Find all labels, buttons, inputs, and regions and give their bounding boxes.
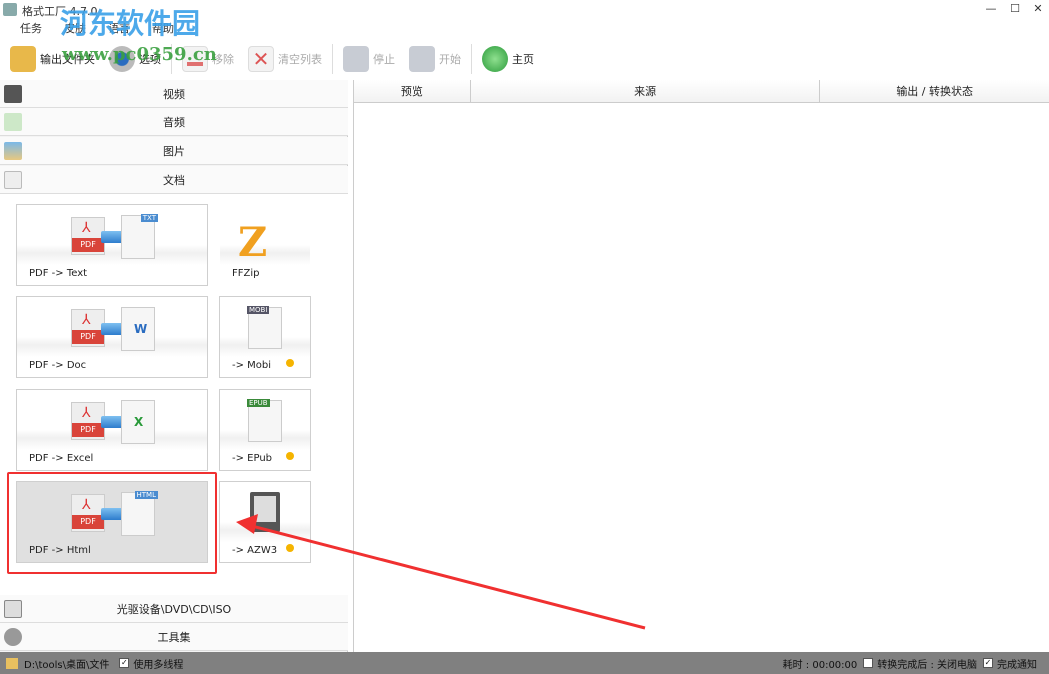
category-label: 视频 — [163, 87, 185, 101]
status-bar: D:\tools\桌面\文件 ✓ 使用多线程 耗时 : 00:00:00 转换完… — [0, 652, 1049, 674]
close-button[interactable]: ✕ — [1028, 2, 1048, 16]
zip-logo-icon: Z — [238, 219, 268, 266]
table-header: 预览 来源 输出 / 转换状态 — [354, 80, 1049, 103]
tile-label: FFZip — [232, 268, 260, 279]
multithread-label: 使用多线程 — [133, 659, 184, 671]
stop-label: 停止 — [373, 53, 395, 66]
tile-ffzip[interactable]: Z FFZip — [219, 204, 311, 286]
tile-to-mobi[interactable]: MOBI -> Mobi — [219, 296, 311, 378]
tile-label: -> EPub — [232, 453, 273, 464]
category-tools[interactable]: 工具集 — [0, 623, 348, 651]
column-source[interactable]: 来源 — [471, 80, 821, 102]
category-video[interactable]: 视频 — [0, 80, 348, 108]
clear-icon: ✕ — [248, 46, 274, 72]
minimize-button[interactable]: — — [981, 2, 1001, 16]
output-path[interactable]: D:\tools\桌面\文件 — [24, 656, 109, 671]
tile-label: -> Mobi — [232, 360, 272, 371]
word-file-icon: W — [121, 307, 155, 351]
stop-button[interactable]: 停止 — [339, 46, 399, 72]
tile-pdf-to-excel[interactable]: ⅄ PDF X PDF -> Excel — [16, 389, 208, 471]
tile-pdf-to-doc[interactable]: ⅄ PDF W PDF -> Doc — [16, 296, 208, 378]
tile-label: PDF -> Text — [29, 268, 88, 279]
folder-icon — [10, 46, 36, 72]
pdf-icon: ⅄ PDF — [71, 309, 105, 347]
tile-label: PDF -> Excel — [29, 453, 94, 464]
folder-icon — [6, 657, 18, 669]
text-file-icon: TXT — [121, 214, 158, 259]
maximize-button[interactable]: ☐ — [1005, 2, 1025, 16]
category-label: 图片 — [163, 144, 185, 158]
home-label: 主页 — [512, 53, 534, 66]
tile-pdf-to-text[interactable]: ⅄ PDF TXT PDF -> Text — [16, 204, 208, 286]
notify-label: 完成通知 — [997, 659, 1037, 671]
tile-label: PDF -> Html — [29, 545, 91, 556]
left-panel: 视频 音频 图片 文档 ⅄ PDF TXT PDF -> Text Z FFZip … — [0, 80, 348, 652]
app-icon — [3, 3, 17, 16]
column-output-status[interactable]: 输出 / 转换状态 — [820, 80, 1049, 102]
tile-label: -> AZW3 — [232, 545, 278, 556]
clear-list-button[interactable]: ✕ 清空列表 — [244, 46, 326, 72]
category-label: 音频 — [163, 115, 185, 129]
excel-file-icon: X — [121, 400, 155, 444]
category-optical-disc[interactable]: 光驱设备\DVD\CD\ISO — [0, 595, 348, 623]
elapsed-time: 耗时 : 00:00:00 — [782, 659, 858, 671]
start-icon — [409, 46, 435, 72]
watermark-name: 河东软件园 — [60, 7, 201, 40]
document-icon — [4, 171, 22, 189]
tools-icon — [4, 628, 22, 646]
home-button[interactable]: 主页 — [478, 46, 538, 72]
status-dot — [286, 359, 294, 367]
disc-drive-icon — [4, 600, 22, 618]
after-convert-label: 转换完成后 : 关闭电脑 — [877, 659, 977, 671]
after-convert-checkbox[interactable] — [863, 658, 874, 668]
clear-list-label: 清空列表 — [278, 53, 322, 66]
globe-search-icon — [482, 46, 508, 72]
status-dot — [286, 452, 294, 460]
menu-task[interactable]: 任务 — [20, 20, 42, 38]
start-button[interactable]: 开始 — [405, 46, 465, 72]
tile-pdf-to-html[interactable]: ⅄ PDF HTML PDF -> Html — [16, 481, 208, 563]
divider — [471, 44, 472, 74]
pdf-icon: ⅄ PDF — [71, 217, 105, 255]
status-dot — [286, 544, 294, 552]
column-preview[interactable]: 预览 — [354, 80, 471, 102]
watermark-url: www.pc0359.cn — [62, 44, 217, 65]
mobi-file-icon: MOBI — [247, 306, 282, 349]
multithread-checkbox[interactable]: ✓ — [119, 658, 130, 668]
tile-label: PDF -> Doc — [29, 360, 87, 371]
tile-to-epub[interactable]: EPUB -> EPub — [219, 389, 311, 471]
epub-file-icon: EPUB — [247, 399, 282, 442]
notify-checkbox[interactable]: ✓ — [983, 658, 993, 668]
pdf-icon: ⅄ PDF — [71, 402, 105, 440]
category-label: 文档 — [163, 173, 185, 187]
pdf-icon: ⅄ PDF — [71, 494, 105, 532]
start-label: 开始 — [439, 53, 461, 66]
picture-icon — [4, 142, 22, 160]
document-tools-grid: ⅄ PDF TXT PDF -> Text Z FFZip ⅄ PDF W PDF ->… — [0, 194, 348, 595]
film-icon — [4, 85, 22, 103]
category-label: 工具集 — [157, 630, 191, 644]
task-list-panel: 预览 来源 输出 / 转换状态 — [353, 80, 1049, 652]
tile-to-azw3[interactable]: -> AZW3 — [219, 481, 311, 563]
category-label: 光驱设备\DVD\CD\ISO — [116, 602, 232, 616]
stop-icon — [343, 46, 369, 72]
ereader-icon — [250, 492, 280, 532]
music-icon — [4, 113, 22, 131]
category-image[interactable]: 图片 — [0, 137, 348, 165]
category-audio[interactable]: 音频 — [0, 108, 348, 136]
divider — [332, 44, 333, 74]
category-document[interactable]: 文档 — [0, 166, 348, 194]
html-file-icon: HTML — [121, 491, 158, 536]
